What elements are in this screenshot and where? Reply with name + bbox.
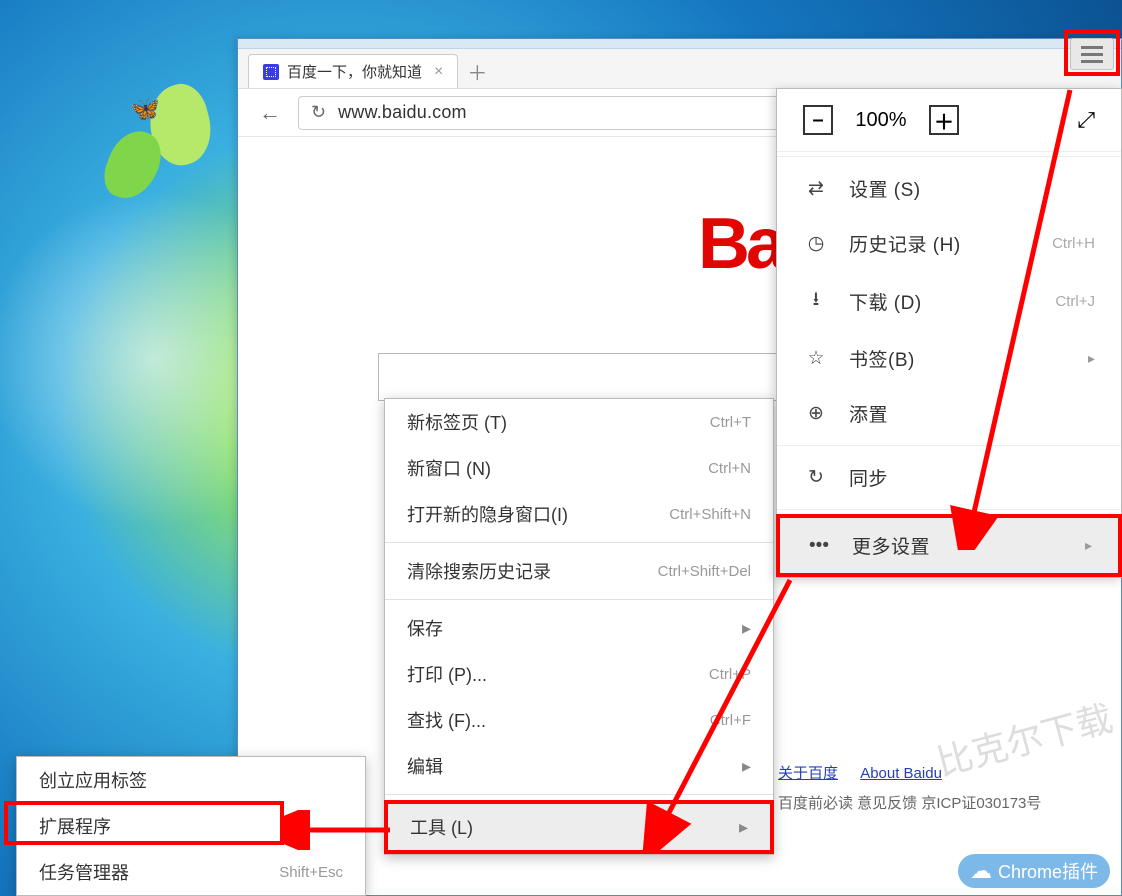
reload-icon[interactable]: ↻ [311,102,326,123]
menu-item-label: 更多设置 [852,532,1065,559]
menu-item-sync[interactable]: ↻ 同步 [777,450,1121,505]
submenu-arrow-icon: ▸ [742,756,751,777]
main-menu: – 100% ＋ ⤢ ⇄ 设置 (S) ◷ 历史记录 (H) Ctrl+H ⭳ … [776,88,1122,578]
menu-item-label: 同步 [849,464,1095,491]
footer-link-about-en[interactable]: About Baidu [860,765,942,782]
tools-item-shortcut: Shift+Esc [279,864,343,881]
favicon-icon [263,64,279,80]
tools-item-label: 任务管理器 [39,859,279,885]
menu-item-bookmarks[interactable]: ☆ 书签(B) ▸ [777,331,1121,386]
tools-item-label: 创立应用标签 [39,767,343,793]
annotation-box-tools: 工具 (L) ▸ [384,800,774,854]
settings-icon: ⇄ [803,177,829,200]
more-settings-submenu: 新标签页 (T) Ctrl+T 新窗口 (N) Ctrl+N 打开新的隐身窗口(… [384,398,774,855]
submenu-label: 清除搜索历史记录 [407,558,658,584]
submenu-item-new-tab[interactable]: 新标签页 (T) Ctrl+T [385,399,773,445]
hamburger-menu-button[interactable] [1070,38,1114,70]
tools-item-task-manager[interactable]: 任务管理器 Shift+Esc [17,849,365,895]
wallpaper-butterfly-icon: 🦋 [130,95,160,124]
zoom-row: – 100% ＋ ⤢ [777,89,1121,152]
cloud-icon: ☁ [970,858,992,884]
submenu-item-save[interactable]: 保存 ▸ [385,605,773,651]
submenu-shortcut: Ctrl+F [710,712,751,729]
tab-title: 百度一下，你就知道 [287,61,422,82]
submenu-arrow-icon: ▸ [742,618,751,639]
submenu-item-edit[interactable]: 编辑 ▸ [385,743,773,789]
submenu-item-tools[interactable]: 工具 (L) ▸ [388,804,770,850]
tools-submenu: 创立应用标签 扩展程序 任务管理器 Shift+Esc [16,756,366,896]
menu-item-label: 下载 (D) [849,288,1035,315]
zoom-in-button[interactable]: ＋ [929,105,959,135]
history-icon: ◷ [803,232,829,255]
back-button[interactable]: ← [256,100,284,126]
zoom-out-button[interactable]: – [803,105,833,135]
submenu-label: 打开新的隐身窗口(I) [407,501,669,527]
submenu-label: 新标签页 (T) [407,409,710,435]
menu-separator [385,542,773,543]
menu-shortcut: Ctrl+J [1055,293,1095,310]
submenu-shortcut: Ctrl+P [709,666,751,683]
annotation-box-more-settings: ••• 更多设置 ▸ [776,514,1122,577]
annotation-box-hamburger [1064,30,1120,76]
submenu-label: 编辑 [407,753,742,779]
browser-tab[interactable]: 百度一下，你就知道 × [248,54,458,88]
star-icon: ☆ [803,347,829,370]
tab-close-button[interactable]: × [434,63,443,81]
footer-links: 关于百度 About Baidu [778,762,960,783]
submenu-item-find[interactable]: 查找 (F)... Ctrl+F [385,697,773,743]
new-tab-button[interactable]: ＋ [464,62,490,88]
download-icon: ⭳ [803,285,829,317]
zoom-value: 100% [851,109,911,132]
fullscreen-button[interactable]: ⤢ [1077,107,1095,133]
tools-item-extensions[interactable]: 扩展程序 [17,803,365,849]
submenu-label: 工具 (L) [410,814,739,840]
tools-item-label: 扩展程序 [39,813,343,839]
window-titlebar[interactable] [238,39,1121,49]
menu-item-add[interactable]: ⊕ 添置 [777,386,1121,441]
menu-item-label: 添置 [849,400,1095,427]
submenu-label: 查找 (F)... [407,707,710,733]
menu-shortcut: Ctrl+H [1052,235,1095,252]
footer-link-about[interactable]: 关于百度 [778,765,838,782]
submenu-arrow-icon: ▸ [1085,537,1092,554]
submenu-item-clear-history[interactable]: 清除搜索历史记录 Ctrl+Shift+Del [385,548,773,594]
submenu-shortcut: Ctrl+T [710,414,751,431]
submenu-label: 打印 (P)... [407,661,709,687]
menu-item-label: 历史记录 (H) [849,230,1032,257]
submenu-label: 新窗口 (N) [407,455,708,481]
submenu-arrow-icon: ▸ [1088,350,1095,367]
submenu-shortcut: Ctrl+N [708,460,751,477]
wallpaper-leaf [141,79,220,172]
tools-item-create-app-tag[interactable]: 创立应用标签 [17,757,365,803]
sync-icon: ↻ [803,466,829,489]
submenu-item-print[interactable]: 打印 (P)... Ctrl+P [385,651,773,697]
menu-item-more-settings[interactable]: ••• 更多设置 ▸ [780,518,1118,573]
wallpaper-leaf [98,124,169,207]
tab-strip: 百度一下，你就知道 × ＋ [238,49,1121,89]
ellipsis-icon: ••• [806,535,832,557]
menu-separator [777,509,1121,510]
watermark-badge: ☁ Chrome插件 [958,854,1110,888]
submenu-arrow-icon: ▸ [739,817,748,838]
menu-separator [385,794,773,795]
watermark-label: Chrome插件 [998,858,1098,884]
menu-item-settings[interactable]: ⇄ 设置 (S) [777,161,1121,216]
menu-item-label: 书签(B) [849,345,1068,372]
menu-separator [777,445,1121,446]
submenu-item-incognito[interactable]: 打开新的隐身窗口(I) Ctrl+Shift+N [385,491,773,537]
menu-separator [385,599,773,600]
url-text: www.baidu.com [338,102,467,123]
footer-legal: 百度前必读 意见反馈 京ICP证030173号 [778,792,1041,813]
baidu-logo: Ba [698,203,782,285]
plus-circle-icon: ⊕ [803,402,829,425]
menu-item-label: 设置 (S) [849,175,1095,202]
menu-separator [777,156,1121,157]
submenu-shortcut: Ctrl+Shift+N [669,506,751,523]
menu-item-history[interactable]: ◷ 历史记录 (H) Ctrl+H [777,216,1121,271]
submenu-label: 保存 [407,615,742,641]
submenu-shortcut: Ctrl+Shift+Del [658,563,751,580]
menu-item-downloads[interactable]: ⭳ 下载 (D) Ctrl+J [777,271,1121,331]
submenu-item-new-window[interactable]: 新窗口 (N) Ctrl+N [385,445,773,491]
